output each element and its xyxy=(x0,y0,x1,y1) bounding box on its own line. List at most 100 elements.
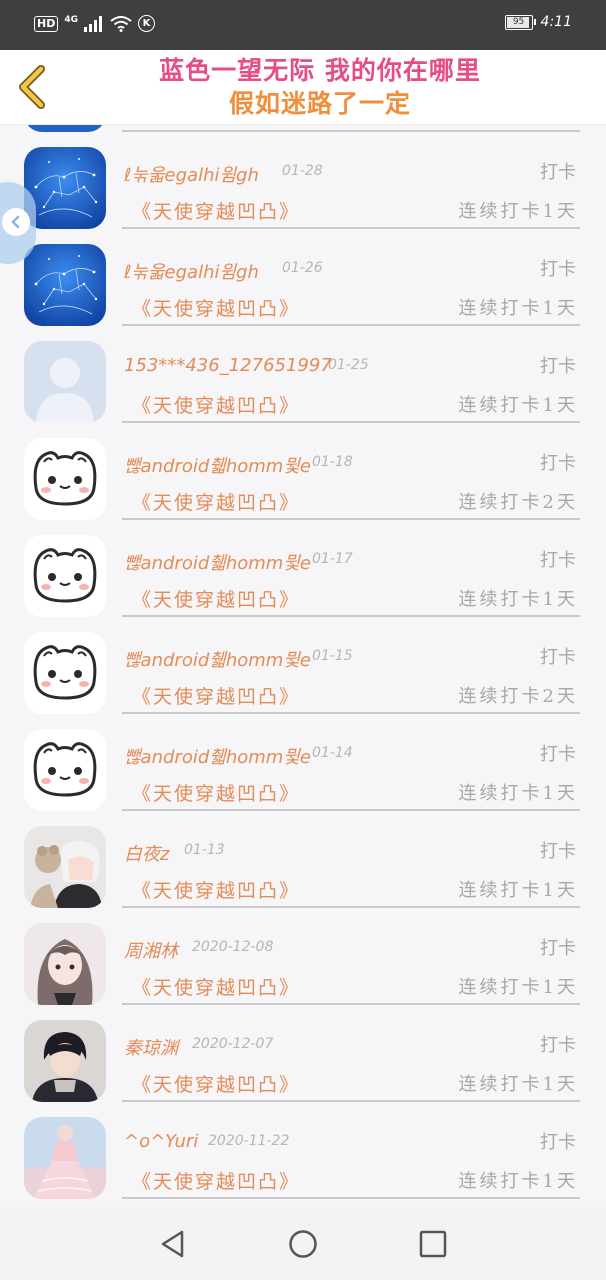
clock: 4:11 xyxy=(540,14,572,30)
book-title[interactable]: 《天使穿越凹凸》 xyxy=(132,391,300,418)
streak-text: 连续打卡1天 xyxy=(458,298,578,319)
checkin-label: 打卡 xyxy=(540,647,576,668)
system-nav-bar xyxy=(0,1207,606,1280)
book-title[interactable]: 《天使穿越凹凸》 xyxy=(132,1070,300,1097)
checkin-date: 2020-12-08 xyxy=(192,939,274,955)
book-title[interactable]: 《天使穿越凹凸》 xyxy=(132,973,300,1000)
book-title[interactable]: 《天使穿越凹凸》 xyxy=(132,876,300,903)
streak-text: 连续打卡2天 xyxy=(458,686,578,707)
dark-boy-avatar[interactable] xyxy=(24,1020,106,1102)
checkin-label: 打卡 xyxy=(540,1035,576,1056)
signal-icon xyxy=(84,15,102,32)
k-badge: K xyxy=(138,15,155,32)
user-name[interactable]: 153***436_127651997 xyxy=(124,355,332,376)
default-user-avatar[interactable] xyxy=(24,341,106,423)
list-item[interactable]: 뺂android췗homm뮟e 01-18 打卡 《天使穿越凹凸》 连续打卡2天 xyxy=(0,416,606,520)
checkin-date: 01-17 xyxy=(312,551,353,567)
header: 蓝色一望无际 我的你在哪里 假如迷路了一定 xyxy=(0,50,606,125)
streak-text: 连续打卡1天 xyxy=(458,201,578,222)
checkin-date: 01-13 xyxy=(184,842,225,858)
status-bar: HD 4G K 95 4:11 xyxy=(0,0,606,50)
row-divider xyxy=(122,1197,580,1199)
anime-girl-avatar[interactable] xyxy=(24,923,106,1005)
streak-text: 连续打卡1天 xyxy=(458,977,578,998)
checkin-date: 01-18 xyxy=(312,454,353,470)
marquee-text: 蓝色一望无际 我的你在哪里 假如迷路了一定 xyxy=(60,54,580,122)
book-title[interactable]: 《天使穿越凹凸》 xyxy=(132,294,300,321)
streak-text: 连续打卡1天 xyxy=(458,880,578,901)
network-type: 4G xyxy=(64,14,78,25)
list-item[interactable]: 白夜z 01-13 打卡 《天使穿越凹凸》 连续打卡1天 xyxy=(0,804,606,908)
user-name[interactable]: 秦琼渊 xyxy=(124,1034,178,1060)
checkin-label: 打卡 xyxy=(540,356,576,377)
user-name[interactable]: 뺂android췗homm뮟e xyxy=(124,646,311,672)
list-item[interactable]: ^o^Yuri 2020-11-22 打卡 《天使穿越凹凸》 连续打卡1天 xyxy=(0,1095,606,1199)
user-name[interactable]: ^o^Yuri xyxy=(124,1131,198,1152)
streak-text: 连续打卡1天 xyxy=(458,395,578,416)
user-name[interactable]: 뺂android췗homm뮟e xyxy=(124,549,311,575)
user-name[interactable]: 周湘林 xyxy=(124,937,178,963)
book-title[interactable]: 《天使穿越凹凸》 xyxy=(132,682,300,709)
list-item[interactable]: 뺂android췗homm뮟e 01-14 打卡 《天使穿越凹凸》 连续打卡1天 xyxy=(0,707,606,811)
floating-collapse-button[interactable] xyxy=(0,182,36,264)
streak-text: 连续打卡1天 xyxy=(458,1171,578,1192)
checkin-label: 打卡 xyxy=(540,550,576,571)
user-name[interactable]: 뺂android췗homm뮟e xyxy=(124,743,311,769)
nav-home-icon[interactable] xyxy=(288,1229,318,1259)
cat-avatar[interactable] xyxy=(24,632,106,714)
pink-dress-avatar[interactable] xyxy=(24,1117,106,1199)
checkin-date: 2020-11-22 xyxy=(208,1133,290,1149)
cat-avatar[interactable] xyxy=(24,729,106,811)
cat-avatar[interactable] xyxy=(24,535,106,617)
streak-text: 连续打卡2天 xyxy=(458,492,578,513)
checkin-label: 打卡 xyxy=(540,453,576,474)
checkin-label: 打卡 xyxy=(540,744,576,765)
back-chevron-icon xyxy=(19,65,45,109)
back-button[interactable] xyxy=(14,64,54,110)
checkin-label: 打卡 xyxy=(540,162,576,183)
hd-badge: HD xyxy=(34,15,59,32)
list-item[interactable]: 뺂android췗homm뮟e 01-17 打卡 《天使穿越凹凸》 连续打卡1天 xyxy=(0,513,606,617)
checkin-date: 01-14 xyxy=(312,745,353,761)
streak-text: 连续打卡1天 xyxy=(458,1074,578,1095)
list-item[interactable]: 153***436_127651997 01-25 打卡 《天使穿越凹凸》 连续… xyxy=(0,319,606,423)
nav-recents-icon[interactable] xyxy=(418,1229,448,1259)
list-item[interactable]: ℓ눆욻egalhi윔gh 01-26 打卡 《天使穿越凹凸》 连续打卡1天 xyxy=(0,222,606,326)
user-name[interactable]: 白夜z xyxy=(124,840,169,866)
battery-icon: 95 xyxy=(504,14,536,30)
status-right: 95 4:11 xyxy=(504,14,572,30)
book-title[interactable]: 《天使穿越凹凸》 xyxy=(132,585,300,612)
list-item[interactable]: 秦琼渊 2020-12-07 打卡 《天使穿越凹凸》 连续打卡1天 xyxy=(0,998,606,1102)
user-name[interactable]: ℓ눆욻egalhi윔gh xyxy=(124,258,259,284)
marquee-line-1: 蓝色一望无际 我的你在哪里 xyxy=(159,56,481,85)
book-title[interactable]: 《天使穿越凹凸》 xyxy=(132,779,300,806)
book-title[interactable]: 《天使穿越凹凸》 xyxy=(132,488,300,515)
status-left: HD 4G K xyxy=(34,15,155,32)
list-item[interactable]: 뺂android췗homm뮟e 01-15 打卡 《天使穿越凹凸》 连续打卡2天 xyxy=(0,610,606,714)
arrow-left-icon xyxy=(11,215,20,229)
checkin-date: 01-28 xyxy=(282,163,323,179)
constellation-avatar[interactable] xyxy=(24,147,106,229)
checkin-label: 打卡 xyxy=(540,1132,576,1153)
user-name[interactable]: 뺂android췗homm뮟e xyxy=(124,452,311,478)
book-title[interactable]: 《天使穿越凹凸》 xyxy=(132,197,300,224)
checkin-date: 01-26 xyxy=(282,260,323,276)
book-title[interactable]: 《天使穿越凹凸》 xyxy=(132,1167,300,1194)
list-item[interactable]: 周湘林 2020-12-08 打卡 《天使穿越凹凸》 连续打卡1天 xyxy=(0,901,606,1005)
constellation-avatar[interactable] xyxy=(24,244,106,326)
list-item[interactable]: ℓ눆욻egalhi윔gh 01-28 打卡 《天使穿越凹凸》 连续打卡1天 xyxy=(0,125,606,229)
streak-text: 连续打卡1天 xyxy=(458,783,578,804)
cat-avatar[interactable] xyxy=(24,438,106,520)
float-inner xyxy=(2,208,30,236)
checkin-date: 01-25 xyxy=(328,357,369,373)
streak-text: 连续打卡1天 xyxy=(458,589,578,610)
anime-boy-avatar[interactable] xyxy=(24,826,106,908)
user-name[interactable]: ℓ눆욻egalhi윔gh xyxy=(124,161,259,187)
checkin-label: 打卡 xyxy=(540,938,576,959)
checkin-date: 2020-12-07 xyxy=(192,1036,274,1052)
nav-back-icon[interactable] xyxy=(158,1229,188,1259)
battery-text: 95 xyxy=(512,16,525,27)
checkin-label: 打卡 xyxy=(540,259,576,280)
wifi-icon xyxy=(110,15,132,32)
checkin-label: 打卡 xyxy=(540,841,576,862)
